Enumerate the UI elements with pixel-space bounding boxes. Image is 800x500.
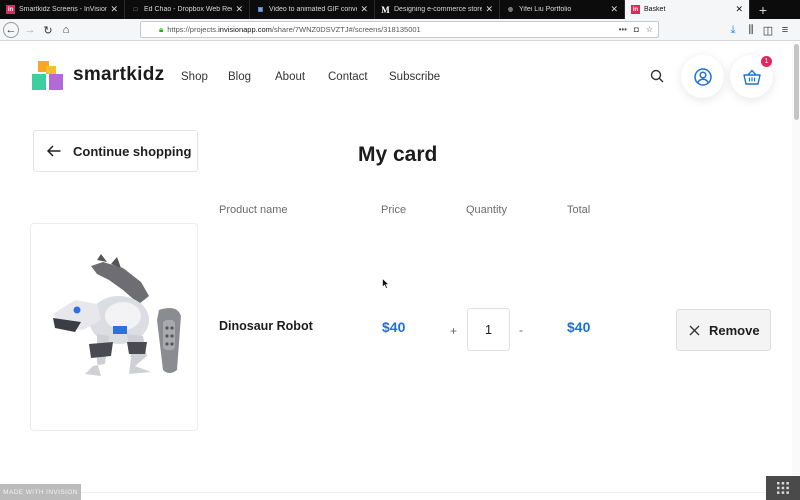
product-name[interactable]: Dinosaur Robot bbox=[219, 319, 313, 333]
account-button[interactable] bbox=[681, 55, 724, 98]
browser-tab[interactable]: M Designing e-commerce store w ✕ bbox=[375, 0, 500, 19]
close-tab-icon[interactable]: ✕ bbox=[485, 4, 493, 15]
close-icon bbox=[689, 325, 700, 335]
url-path: /share/7WNZ0DSVZTJ#/screens/318135001 bbox=[271, 25, 421, 34]
tab-title: Yifei Liu Portfolio bbox=[519, 6, 572, 13]
close-tab-icon[interactable]: ✕ bbox=[110, 4, 118, 15]
url-prefix: https://projects. bbox=[167, 25, 219, 34]
tab-title: Ed Chao - Dropbox Web Redes bbox=[144, 6, 232, 13]
library-icon[interactable]: ⫼ bbox=[743, 22, 759, 38]
line-total: $40 bbox=[567, 319, 591, 335]
pocket-icon[interactable]: ◘ bbox=[634, 25, 639, 34]
nav-shop[interactable]: Shop bbox=[181, 71, 208, 83]
invision-favicon-icon: in bbox=[6, 5, 15, 14]
gif-converter-favicon-icon: ▣ bbox=[257, 7, 264, 13]
continue-shopping-button[interactable]: Continue shopping bbox=[33, 130, 198, 172]
reload-icon[interactable]: ↻ bbox=[40, 22, 56, 38]
tab-title: Designing e-commerce store w bbox=[394, 6, 483, 13]
more-actions-icon[interactable]: ••• bbox=[619, 25, 627, 34]
quantity-increase-button[interactable]: + bbox=[450, 324, 457, 338]
lock-icon: 🔒︎ bbox=[159, 24, 164, 34]
arrow-left-icon bbox=[47, 145, 61, 157]
invision-favicon-icon: in bbox=[631, 5, 640, 14]
browser-nav-bar: ← → ↻ ⌂ 🔒︎ https://projects. invisionapp.… bbox=[0, 19, 800, 41]
smartkidz-logo[interactable] bbox=[32, 61, 64, 90]
menu-icon[interactable]: ≡ bbox=[777, 22, 793, 38]
back-icon[interactable]: ← bbox=[3, 22, 19, 38]
close-tab-icon[interactable]: ✕ bbox=[360, 4, 368, 15]
user-icon bbox=[693, 67, 712, 86]
search-icon[interactable] bbox=[650, 69, 664, 83]
nav-about[interactable]: About bbox=[275, 71, 305, 83]
grid-menu-button[interactable] bbox=[766, 476, 800, 500]
continue-shopping-label: Continue shopping bbox=[73, 143, 192, 159]
cart-count-badge: 1 bbox=[761, 56, 772, 67]
logo-block-top bbox=[46, 66, 56, 74]
tab-title: Basket bbox=[644, 6, 666, 13]
portfolio-favicon-icon: ◍ bbox=[507, 7, 514, 13]
sidebar-icon[interactable]: ◫ bbox=[760, 22, 776, 38]
address-bar[interactable]: 🔒︎ https://projects. invisionapp.com/shar… bbox=[140, 21, 659, 38]
home-icon[interactable]: ⌂ bbox=[58, 22, 74, 38]
logo-block-purple bbox=[49, 74, 63, 90]
column-header-product: Product name bbox=[219, 204, 288, 216]
product-image[interactable] bbox=[30, 223, 198, 431]
browser-tab[interactable]: □ Ed Chao - Dropbox Web Redes✕ bbox=[125, 0, 250, 19]
tab-title: Smartkidz Screens - InVision bbox=[19, 6, 108, 13]
page-title: My card bbox=[358, 143, 438, 166]
bookmark-star-icon[interactable]: ☆ bbox=[646, 25, 653, 34]
close-tab-icon[interactable]: ✕ bbox=[735, 4, 743, 15]
url-host: invisionapp.com bbox=[218, 25, 272, 34]
column-header-quantity: Quantity bbox=[466, 204, 507, 216]
remove-button[interactable]: Remove bbox=[676, 309, 771, 351]
nav-blog[interactable]: Blog bbox=[228, 71, 251, 83]
dropbox-favicon-icon: □ bbox=[133, 6, 138, 13]
browser-tab[interactable]: ▣ Video to animated GIF converte✕ bbox=[250, 0, 375, 19]
new-tab-icon[interactable]: + bbox=[750, 0, 776, 19]
quantity-field[interactable]: 1 bbox=[467, 308, 510, 351]
brand-name[interactable]: smartkidz bbox=[73, 64, 164, 86]
browser-tab[interactable]: ◍ Yifei Liu Portfolio ✕ bbox=[500, 0, 625, 19]
scrollbar-thumb[interactable] bbox=[794, 44, 799, 120]
remove-label: Remove bbox=[709, 322, 760, 338]
column-header-price: Price bbox=[381, 204, 407, 216]
product-price: $40 bbox=[382, 319, 406, 335]
column-header-total: Total bbox=[567, 204, 591, 216]
browser-tab[interactable]: in Smartkidz Screens - InVision ✕ bbox=[0, 0, 125, 19]
made-with-invision-badge[interactable]: MADE WITH INVISION bbox=[0, 484, 81, 500]
grid-icon bbox=[777, 482, 789, 494]
medium-favicon-icon: M bbox=[381, 4, 390, 15]
browser-tab-active[interactable]: in Basket ✕ bbox=[625, 0, 750, 19]
download-icon[interactable]: ⤓ bbox=[725, 22, 741, 38]
dinosaur-robot-image bbox=[53, 254, 181, 376]
browser-tab-bar: in Smartkidz Screens - InVision ✕ □ Ed Chao… bbox=[0, 0, 800, 19]
basket-icon bbox=[742, 68, 761, 85]
nav-contact[interactable]: Contact bbox=[328, 71, 368, 83]
tab-title: Video to animated GIF converte bbox=[269, 6, 357, 13]
close-tab-icon[interactable]: ✕ bbox=[235, 4, 243, 15]
nav-subscribe[interactable]: Subscribe bbox=[389, 71, 440, 83]
forward-icon[interactable]: → bbox=[22, 22, 38, 38]
logo-block-yellow bbox=[32, 74, 46, 90]
mouse-cursor-icon bbox=[382, 278, 389, 289]
close-tab-icon[interactable]: ✕ bbox=[610, 4, 618, 15]
divider bbox=[0, 492, 800, 493]
quantity-decrease-button[interactable]: - bbox=[519, 323, 523, 337]
